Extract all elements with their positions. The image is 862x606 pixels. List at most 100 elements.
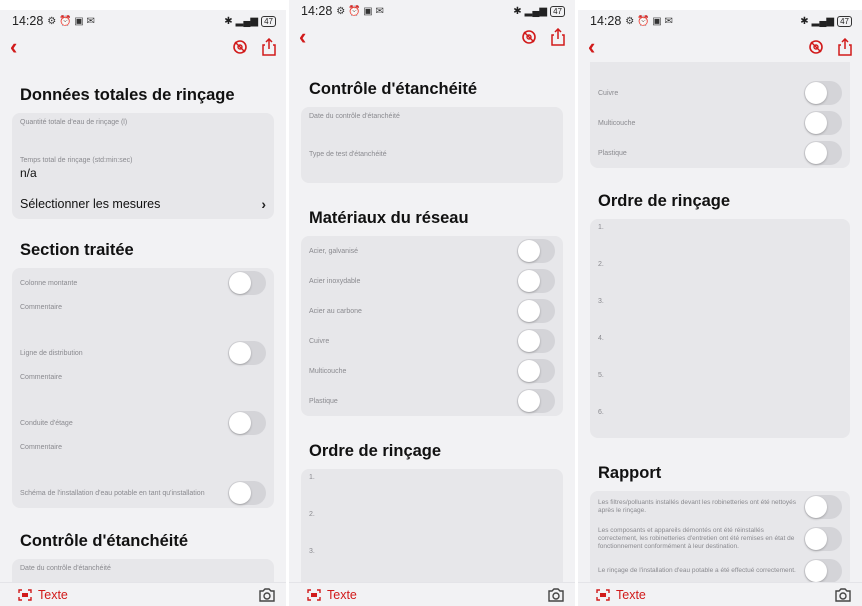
material-toggle[interactable] bbox=[517, 239, 555, 263]
ordre-step[interactable]: 3. bbox=[301, 543, 563, 580]
ordre-card: 1. 2. 3. 4. bbox=[301, 469, 563, 582]
status-bar: 14:28 ⚙ ⏰ ▣ ✉ ✱ ▂▄▆ 47 bbox=[578, 10, 862, 32]
scan-text-icon bbox=[307, 588, 321, 601]
status-time: 14:28 bbox=[590, 14, 622, 28]
ordre-step[interactable]: 1. bbox=[590, 219, 850, 256]
bottom-bar: Texte bbox=[289, 582, 575, 606]
commentaire-field-1[interactable]: Commentaire bbox=[12, 298, 274, 338]
signal-icon: ▂▄▆ bbox=[235, 15, 259, 27]
battery-icon: 47 bbox=[550, 5, 565, 17]
material-toggle[interactable] bbox=[804, 141, 842, 165]
controle-card: Date du contrôle d'étanchéité bbox=[12, 559, 274, 582]
camera-icon[interactable] bbox=[547, 587, 565, 603]
quantite-field[interactable]: Quantité totale d'eau de rinçage (l) bbox=[12, 113, 274, 151]
material-row: Cuivre bbox=[301, 326, 563, 356]
texte-button[interactable]: Texte bbox=[307, 588, 357, 602]
section-title-rapport: Rapport bbox=[598, 464, 662, 482]
commentaire-field-2[interactable]: Commentaire bbox=[12, 368, 274, 408]
status-bar: 14:28 ⚙ ⏰ ▣ ✉ ✱ ▂▄▆ 47 bbox=[0, 10, 286, 32]
temps-field[interactable]: Temps total de rinçage (std:min:sec) n/a bbox=[12, 151, 274, 189]
texte-button[interactable]: Texte bbox=[18, 588, 68, 602]
material-row: Multicouche bbox=[301, 356, 563, 386]
material-toggle[interactable] bbox=[517, 389, 555, 413]
ordre-step[interactable]: 2. bbox=[301, 506, 563, 543]
rapport-toggle[interactable] bbox=[804, 495, 842, 519]
status-right: ✱ ▂▄▆ 47 bbox=[513, 5, 565, 17]
back-chevron-icon[interactable]: ‹ bbox=[10, 36, 17, 58]
ordre-step[interactable]: 6. bbox=[590, 404, 850, 438]
settings-off-icon[interactable] bbox=[232, 39, 248, 55]
ligne-row: Ligne de distribution bbox=[12, 338, 274, 368]
section-title-controle: Contrôle d'étanchéité bbox=[309, 80, 478, 98]
ordre-step[interactable]: 3. bbox=[590, 293, 850, 330]
settings-off-icon[interactable] bbox=[521, 29, 537, 45]
scan-text-icon bbox=[596, 588, 610, 601]
material-toggle[interactable] bbox=[804, 111, 842, 135]
share-icon[interactable] bbox=[262, 38, 276, 56]
materiaux-card: Acier, galvanisé Acier inoxydable Acier … bbox=[301, 236, 563, 416]
status-time: 14:28 bbox=[12, 14, 44, 28]
battery-icon: 47 bbox=[261, 15, 276, 27]
rapport-toggle[interactable] bbox=[804, 559, 842, 582]
controle-card: Date du contrôle d'étanchéité Type de te… bbox=[301, 107, 563, 183]
rapport-card: Les filtres/polluants installés devant l… bbox=[590, 491, 850, 582]
section-title-traitee: Section traitée bbox=[20, 241, 134, 259]
schema-toggle[interactable] bbox=[228, 481, 266, 505]
material-row: Acier au carbone bbox=[301, 296, 563, 326]
conduite-toggle[interactable] bbox=[228, 411, 266, 435]
material-toggle[interactable] bbox=[517, 269, 555, 293]
scroll-content[interactable]: Cuivre Multicouche Plastique Ordre de ri… bbox=[578, 62, 862, 582]
status-right: ✱ ▂▄▆ 47 bbox=[224, 15, 276, 27]
camera-icon[interactable] bbox=[834, 587, 852, 603]
settings-off-icon[interactable] bbox=[808, 39, 824, 55]
scroll-content[interactable]: Contrôle d'étanchéité Date du contrôle d… bbox=[289, 52, 575, 582]
temps-value: n/a bbox=[20, 166, 37, 180]
battery-icon: 47 bbox=[837, 15, 852, 27]
scan-text-icon bbox=[18, 588, 32, 601]
share-icon[interactable] bbox=[551, 28, 565, 46]
material-row: Multicouche bbox=[590, 108, 850, 138]
signal-icon: ▂▄▆ bbox=[524, 5, 548, 17]
type-test-field[interactable]: Type de test d'étanchéité bbox=[301, 145, 563, 183]
selectionner-mesures-row[interactable]: Sélectionner les mesures › bbox=[12, 189, 274, 219]
rapport-toggle[interactable] bbox=[804, 527, 842, 551]
nav-bar: ‹ bbox=[578, 32, 862, 62]
rapport-row: Les composants et appareils démontés ont… bbox=[590, 523, 850, 555]
back-chevron-icon[interactable]: ‹ bbox=[588, 36, 595, 58]
section-title-ordre: Ordre de rinçage bbox=[598, 192, 731, 210]
ligne-toggle[interactable] bbox=[228, 341, 266, 365]
status-right: ✱ ▂▄▆ 47 bbox=[800, 15, 852, 27]
material-toggle[interactable] bbox=[517, 329, 555, 353]
screen-1: 14:28 ⚙ ⏰ ▣ ✉ ✱ ▂▄▆ 47 ‹ Données totales… bbox=[0, 10, 286, 606]
commentaire-field-3[interactable]: Commentaire bbox=[12, 438, 274, 478]
ordre-step[interactable]: 1. bbox=[301, 469, 563, 506]
status-time: 14:28 bbox=[301, 4, 333, 18]
screen-2: 14:28 ⚙ ⏰ ▣ ✉ ✱ ▂▄▆ 47 ‹ Contrôle d'étan… bbox=[289, 0, 575, 606]
section-title-materiaux: Matériaux du réseau bbox=[309, 209, 469, 227]
section-title-donnees: Données totales de rinçage bbox=[20, 86, 235, 104]
rapport-row: Les filtres/polluants installés devant l… bbox=[590, 491, 850, 523]
material-row: Plastique bbox=[301, 386, 563, 416]
material-toggle[interactable] bbox=[517, 299, 555, 323]
ordre-step[interactable]: 2. bbox=[590, 256, 850, 293]
material-toggle[interactable] bbox=[517, 359, 555, 383]
rapport-row: Le rinçage de l'installation d'eau potab… bbox=[590, 555, 850, 582]
camera-icon[interactable] bbox=[258, 587, 276, 603]
nav-bar: ‹ bbox=[289, 22, 575, 52]
schema-row: Schéma de l'installation d'eau potable e… bbox=[12, 478, 274, 508]
scroll-content[interactable]: Données totales de rinçage Quantité tota… bbox=[0, 62, 286, 582]
colonne-toggle[interactable] bbox=[228, 271, 266, 295]
date-field[interactable]: Date du contrôle d'étanchéité bbox=[12, 559, 274, 582]
material-toggle[interactable] bbox=[804, 81, 842, 105]
texte-button[interactable]: Texte bbox=[596, 588, 646, 602]
ordre-step[interactable]: 5. bbox=[590, 367, 850, 404]
bluetooth-icon: ✱ bbox=[224, 15, 233, 27]
date-field[interactable]: Date du contrôle d'étanchéité bbox=[301, 107, 563, 145]
ordre-step[interactable]: 4. bbox=[590, 330, 850, 367]
status-bar: 14:28 ⚙ ⏰ ▣ ✉ ✱ ▂▄▆ 47 bbox=[289, 0, 575, 22]
back-chevron-icon[interactable]: ‹ bbox=[299, 26, 306, 48]
share-icon[interactable] bbox=[838, 38, 852, 56]
chevron-right-icon: › bbox=[261, 196, 266, 212]
conduite-row: Conduite d'étage bbox=[12, 408, 274, 438]
bottom-bar: Texte bbox=[0, 582, 286, 606]
